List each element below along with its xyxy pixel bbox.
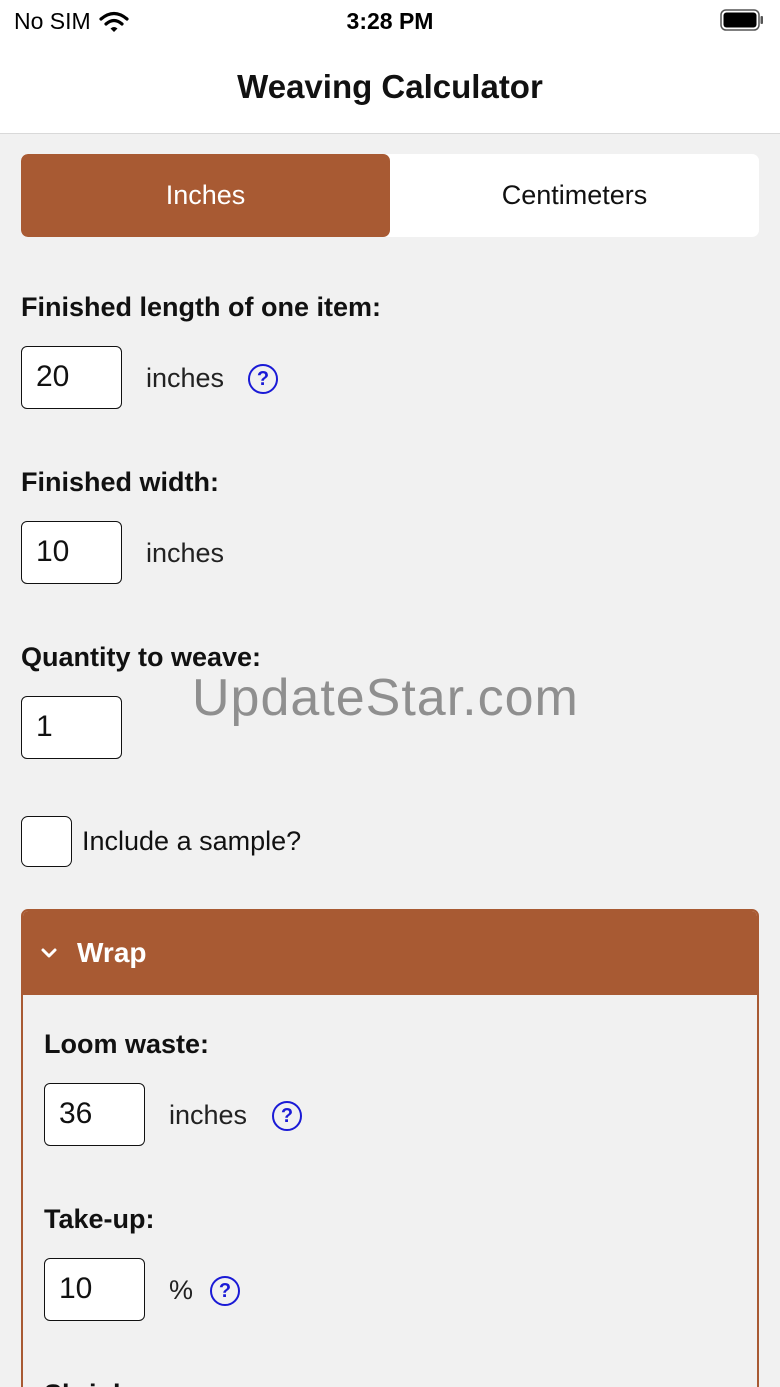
finished-length-input[interactable]: 20 (21, 346, 122, 409)
take-up-label: Take-up: (44, 1204, 155, 1234)
units-segmented-control: Inches Centimeters (21, 154, 759, 237)
navigation-bar: Weaving Calculator (0, 44, 780, 134)
status-time: 3:28 PM (346, 8, 434, 34)
finished-width-input[interactable]: 10 (21, 521, 122, 584)
chevron-down-icon (41, 948, 57, 958)
loom-waste-unit: inches (169, 1100, 248, 1130)
help-icon[interactable]: ? (272, 1101, 302, 1131)
take-up-unit: % (169, 1275, 194, 1305)
help-icon[interactable]: ? (248, 364, 278, 394)
segment-inches[interactable]: Inches (21, 154, 390, 237)
page-title: Weaving Calculator (237, 68, 543, 105)
help-glyph: ? (218, 1279, 232, 1302)
take-up-input[interactable]: 10 (44, 1258, 145, 1321)
shrinkage-label: Shrinkage (44, 1379, 175, 1387)
help-icon[interactable]: ? (210, 1276, 240, 1306)
help-glyph: ? (280, 1104, 294, 1127)
finished-length-label: Finished length of one item: (21, 292, 381, 322)
status-bar: No SIM 3:28 PM (0, 0, 780, 44)
segment-centimeters[interactable]: Centimeters (390, 154, 759, 237)
help-glyph: ? (256, 367, 270, 390)
quantity-input[interactable]: 1 (21, 696, 122, 759)
loom-waste-label: Loom waste: (44, 1029, 210, 1059)
wrap-panel: Wrap Loom waste: 36 inches ? Take-up: 10… (21, 909, 759, 1387)
sample-checkbox-label: Include a sample? (82, 826, 302, 856)
finished-length-unit: inches (146, 363, 225, 393)
finished-width-label: Finished width: (21, 467, 219, 497)
battery-icon (720, 9, 763, 31)
sample-checkbox[interactable] (21, 816, 72, 867)
wrap-panel-title: Wrap (77, 937, 147, 968)
loom-waste-input[interactable]: 36 (44, 1083, 145, 1146)
finished-width-unit: inches (146, 538, 225, 568)
quantity-label: Quantity to weave: (21, 642, 262, 672)
wrap-panel-header[interactable]: Wrap (23, 911, 757, 995)
watermark-text: UpdateStar.com (192, 669, 579, 727)
